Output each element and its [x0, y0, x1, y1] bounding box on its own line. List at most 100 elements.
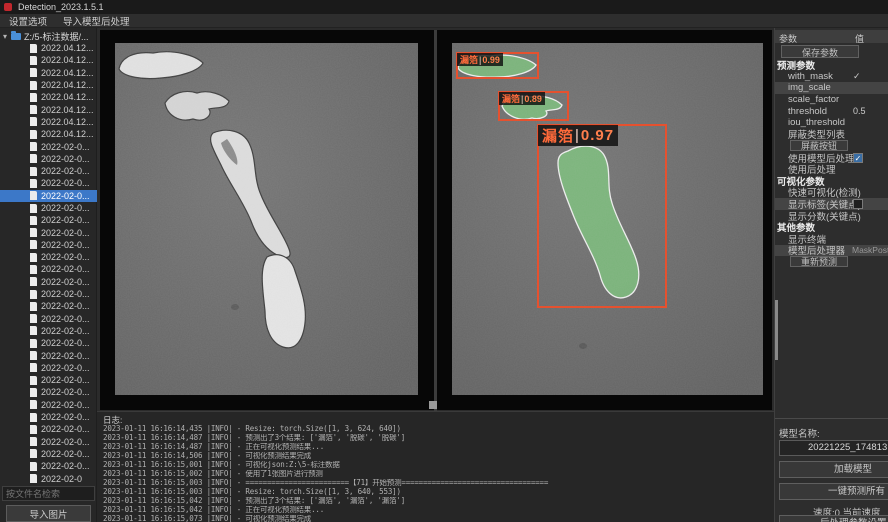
param-row[interactable]: 屏蔽类型列表: [775, 129, 888, 141]
log-line: 2023-01-11 16:16:15,003 |INFO| - Resize:…: [103, 488, 768, 497]
tree-item[interactable]: 2022.04.12...: [0, 103, 97, 115]
tree-item[interactable]: 2022-02-0...: [0, 448, 97, 460]
menu-settings[interactable]: 设置选项: [9, 14, 47, 28]
file-icon: [30, 437, 37, 446]
param-row[interactable]: 重新预测: [775, 256, 888, 268]
tree-item[interactable]: 2022-02-0...: [0, 251, 97, 263]
tree-item-label: 2022-02-0...: [41, 363, 90, 373]
tree-item[interactable]: 2022-02-0...: [0, 349, 97, 361]
tree-item[interactable]: 2022-02-0...: [0, 177, 97, 189]
import-images-button[interactable]: 导入图片: [6, 505, 91, 522]
tree-item-label: 2022.04.12...: [41, 92, 94, 102]
param-label: scale_factor: [788, 94, 839, 105]
tree-item[interactable]: 2022-02-0...: [0, 399, 97, 411]
class-name: 漏箔: [460, 53, 478, 66]
log-panel: 日志: 2023-01-11 16:16:14,435 |INFO| - Res…: [97, 411, 774, 522]
param-label: img_scale: [788, 82, 831, 93]
tree-root-label: Z:/5-标注数据/...: [24, 30, 89, 43]
tree-item[interactable]: 2022-02-0...: [0, 239, 97, 251]
tree-item[interactable]: 2022.04.12...: [0, 91, 97, 103]
file-icon: [30, 449, 37, 458]
right-image-canvas[interactable]: 漏箔|0.99 漏箔|0.89 漏箔|0.97: [452, 43, 763, 395]
tree-item-list: 2022.04.12... 2022.04.12... 2022.04.12..…: [0, 42, 97, 484]
tree-item[interactable]: 2022-02-0...: [0, 276, 97, 288]
tree-item-label: 2022.04.12...: [41, 43, 94, 53]
file-icon: [30, 302, 37, 311]
tree-item-label: 2022-02-0...: [41, 400, 90, 410]
tree-item-label: 2022-02-0...: [41, 387, 90, 397]
tree-item[interactable]: 2022-02-0...: [0, 288, 97, 300]
tree-item[interactable]: 2022-02-0...: [0, 140, 97, 152]
param-row[interactable]: threshold 0.5: [775, 105, 888, 117]
tree-item[interactable]: 2022-02-0...: [0, 190, 97, 202]
confidence-score: 0.89: [524, 94, 542, 104]
tree-item-label: 2022.04.12...: [41, 129, 94, 139]
tree-item-label: 2022-02-0...: [41, 326, 90, 336]
file-icon: [30, 204, 37, 213]
file-icon: [30, 339, 37, 348]
tree-item[interactable]: 2022-02-0...: [0, 313, 97, 325]
image-panel-original[interactable]: [100, 30, 434, 410]
caret-down-icon[interactable]: ▾: [3, 32, 11, 41]
tree-item[interactable]: 2022.04.12...: [0, 128, 97, 140]
tree-item[interactable]: 2022-02-0...: [0, 411, 97, 423]
tree-item[interactable]: 2022-02-0...: [0, 214, 97, 226]
tree-item[interactable]: 2022-02-0...: [0, 362, 97, 374]
log-line: 2023-01-11 16:16:14,487 |INFO| - 预测出了3个结…: [103, 434, 768, 443]
load-model-button[interactable]: 加载模型: [779, 461, 888, 478]
tree-item[interactable]: 2022.04.12...: [0, 54, 97, 66]
file-icon: [30, 216, 37, 225]
file-tree[interactable]: ▾ Z:/5-标注数据/... 2022.04.12... 2022.04.12…: [0, 30, 97, 484]
tree-item[interactable]: 2022-02-0...: [0, 325, 97, 337]
filename-search-input[interactable]: [2, 486, 95, 501]
tree-item-label: 2022-02-0: [41, 474, 82, 484]
file-icon: [30, 130, 37, 139]
parameters-panel: 参数 值 保存参数 预测参数 with_mask ✓ img_scale: [774, 28, 888, 522]
tree-item[interactable]: 2022-02-0...: [0, 263, 97, 275]
file-icon: [30, 81, 37, 90]
tree-item[interactable]: 2022-02-0: [0, 472, 97, 484]
left-image-canvas[interactable]: [115, 43, 418, 395]
tree-item[interactable]: 2022-02-0...: [0, 374, 97, 386]
tree-item-label: 2022-02-0...: [41, 252, 90, 262]
postprocess-params-button[interactable]: 后处理参数设置: [779, 515, 888, 522]
confidence-score: 0.99: [482, 55, 500, 65]
model-name-field[interactable]: 20221225_174813: [779, 440, 888, 456]
log-line: 2023-01-11 16:16:14,435 |INFO| - Resize:…: [103, 425, 768, 434]
tree-item[interactable]: 2022-02-0...: [0, 226, 97, 238]
tree-item[interactable]: 2022-02-0...: [0, 460, 97, 472]
param-row[interactable]: img_scale: [775, 82, 888, 94]
save-params-button[interactable]: 保存参数: [781, 45, 859, 58]
tree-item[interactable]: 2022-02-0...: [0, 386, 97, 398]
log-line: 2023-01-11 16:16:14,506 |INFO| - 可视化预测结果…: [103, 452, 768, 461]
tree-item-label: 2022-02-0...: [41, 277, 90, 287]
param-row[interactable]: 模型后处理器 MaskPostPro: [775, 245, 888, 257]
model-name-label: 模型名称:: [779, 426, 820, 440]
log-line: 2023-01-11 16:16:15,042 |INFO| - 正在可视化预测…: [103, 506, 768, 515]
tree-item[interactable]: 2022-02-0...: [0, 423, 97, 435]
menu-import-model-postprocess[interactable]: 导入模型后处理: [63, 14, 130, 28]
file-icon: [30, 179, 37, 188]
tree-item[interactable]: 2022.04.12...: [0, 67, 97, 79]
file-icon: [30, 326, 37, 335]
predict-all-button[interactable]: 一键预测所有: [779, 483, 888, 500]
tree-item[interactable]: 2022.04.12...: [0, 42, 97, 54]
file-icon: [30, 191, 37, 200]
file-icon: [30, 400, 37, 409]
tree-root-node[interactable]: ▾ Z:/5-标注数据/...: [0, 30, 97, 42]
image-panel-prediction[interactable]: 漏箔|0.99 漏箔|0.89 漏箔|0.97: [437, 30, 772, 410]
params-scrollbar-thumb[interactable]: [775, 300, 778, 360]
param-row[interactable]: with_mask ✓: [775, 71, 888, 83]
tree-item[interactable]: 2022-02-0...: [0, 165, 97, 177]
tree-item[interactable]: 2022.04.12...: [0, 116, 97, 128]
param-row[interactable]: 预测参数: [775, 59, 888, 71]
tree-item[interactable]: 2022-02-0...: [0, 202, 97, 214]
tree-item[interactable]: 2022-02-0...: [0, 300, 97, 312]
label-divider: |: [521, 94, 523, 104]
tree-item[interactable]: 2022.04.12...: [0, 79, 97, 91]
file-icon: [30, 290, 37, 299]
tree-item[interactable]: 2022-02-0...: [0, 153, 97, 165]
tree-item[interactable]: 2022-02-0...: [0, 337, 97, 349]
param-row[interactable]: scale_factor: [775, 94, 888, 106]
tree-item[interactable]: 2022-02-0...: [0, 436, 97, 448]
